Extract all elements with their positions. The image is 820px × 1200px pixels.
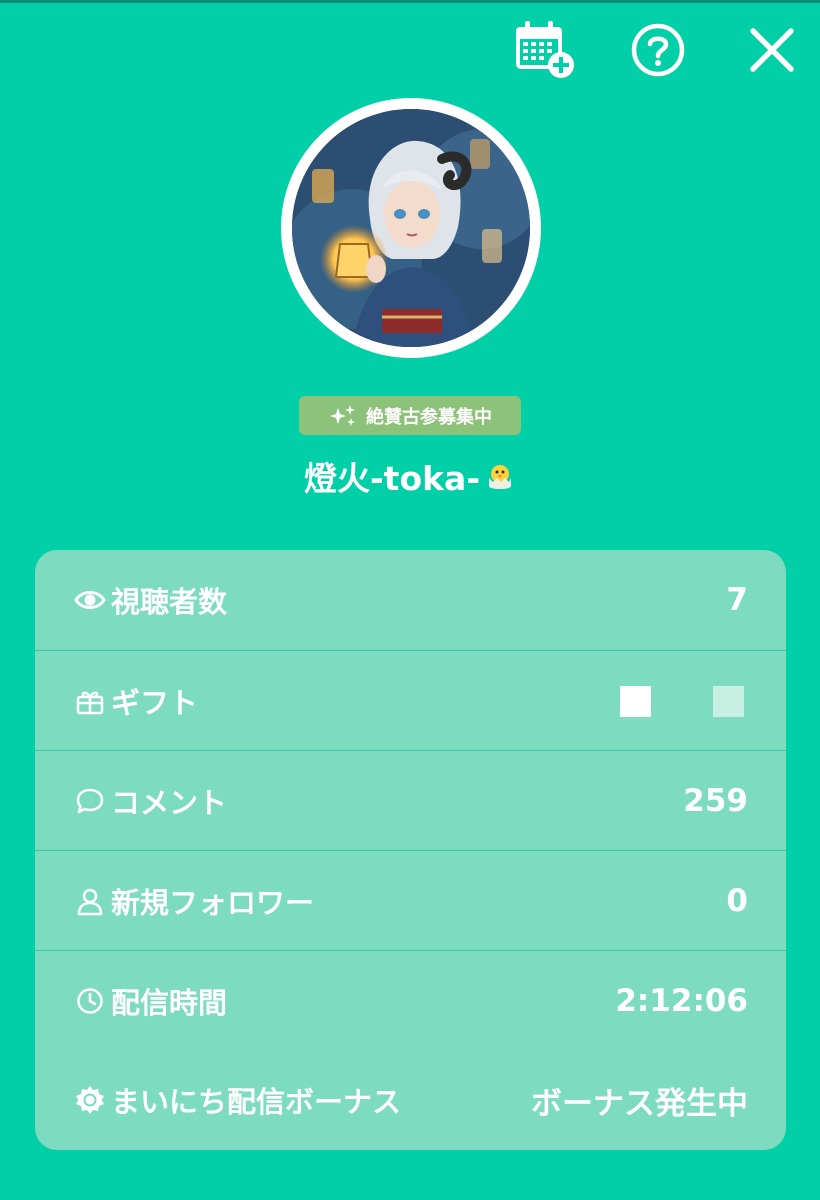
sparkle-icon: [328, 404, 358, 428]
stat-label: 配信時間: [111, 985, 228, 1020]
gift-thumbnail: [620, 685, 651, 717]
stat-row-new-followers: 新規フォロワー 0: [35, 850, 786, 950]
avatar-image: 怪: [292, 109, 530, 347]
stat-value: 7: [726, 582, 748, 618]
badge-label: 絶賛古参募集中: [366, 406, 492, 428]
stat-label: コメント: [111, 785, 228, 820]
stat-label: 視聴者数: [111, 585, 228, 619]
person-icon: [73, 884, 107, 918]
question-circle-icon: [631, 23, 685, 77]
stat-value: ボーナス発生中: [531, 1085, 748, 1122]
stat-row-viewers: 視聴者数 7: [35, 550, 786, 650]
sun-badge-icon: [73, 1083, 107, 1117]
stat-row-gifts[interactable]: ギフト: [35, 650, 786, 750]
username: 燈火-toka-: [303, 459, 481, 498]
stats-panel: 視聴者数 7 ギフト コメント 259 新規フォロワー 0 配信時間 2:12:…: [35, 550, 786, 1150]
gift-icons-list: [588, 684, 748, 718]
help-button[interactable]: [626, 18, 690, 82]
eye-icon: [73, 583, 107, 617]
hatching-chick-icon: [484, 460, 516, 492]
stat-row-stream-time: 配信時間 2:12:06: [35, 950, 786, 1050]
comment-icon: [73, 784, 107, 818]
close-icon: [750, 28, 794, 72]
stat-value: 0: [726, 882, 748, 919]
avatar-illustration: 怪: [292, 109, 530, 347]
stat-label: まいにち配信ボーナス: [111, 1085, 402, 1119]
username-row: 燈火-toka-: [0, 452, 820, 500]
stat-label: ギフト: [111, 685, 199, 720]
stat-row-daily-bonus: まいにち配信ボーナス ボーナス発生中: [35, 1050, 786, 1150]
stat-row-comments: コメント 259: [35, 750, 786, 850]
gift-icon: [73, 684, 107, 718]
calendar-add-button[interactable]: [512, 18, 576, 82]
calendar-add-icon: [516, 21, 574, 78]
top-edge-bar: [0, 0, 820, 3]
close-button[interactable]: [740, 18, 804, 82]
clock-icon: [73, 984, 107, 1018]
stat-label: 新規フォロワー: [111, 885, 315, 920]
stat-value: 2:12:06: [615, 982, 748, 1019]
status-badge: 絶賛古参募集中: [299, 396, 521, 435]
gift-thumbnail: [713, 685, 744, 717]
stat-value: 259: [683, 782, 748, 819]
avatar[interactable]: 怪: [281, 98, 541, 358]
